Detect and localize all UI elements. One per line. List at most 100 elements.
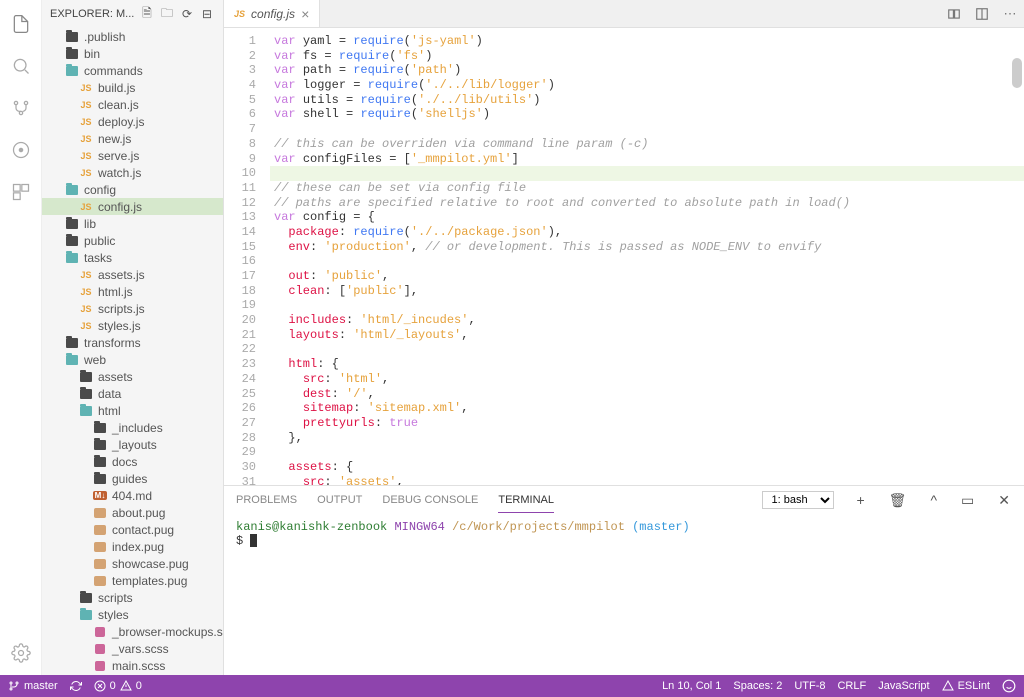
search-icon[interactable]: [9, 54, 33, 78]
status-language[interactable]: JavaScript: [878, 680, 929, 692]
status-position[interactable]: Ln 10, Col 1: [662, 680, 721, 692]
terminal-path: /c/Work/projects/mmpilot: [452, 520, 625, 534]
status-sync[interactable]: [70, 680, 82, 692]
tree-item[interactable]: templates.pug: [42, 572, 223, 589]
tree-item[interactable]: html: [42, 402, 223, 419]
tree-item-label: html: [98, 404, 121, 418]
status-branch[interactable]: master: [8, 680, 58, 692]
terminal-select[interactable]: 1: bash: [762, 491, 834, 509]
tree-item[interactable]: JSconfig.js: [42, 198, 223, 215]
tree-item[interactable]: docs: [42, 453, 223, 470]
tree-item-label: web: [84, 353, 106, 367]
tree-item[interactable]: index.pug: [42, 538, 223, 555]
sidebar: EXPLORER: M... 🗎 🗀 ⟳ ⊟ .publishbincomman…: [42, 0, 224, 675]
settings-gear-icon[interactable]: [9, 641, 33, 665]
tree-item-label: _vars.scss: [112, 642, 169, 656]
extensions-icon[interactable]: [9, 180, 33, 204]
tree-item-label: about.pug: [112, 506, 165, 520]
tree-item-label: scripts: [98, 591, 133, 605]
panel-split-icon[interactable]: ▭: [959, 492, 976, 509]
tree-item[interactable]: JSdeploy.js: [42, 113, 223, 130]
kill-terminal-icon[interactable]: 🗑: [887, 492, 909, 509]
status-eol[interactable]: CRLF: [837, 680, 866, 692]
more-actions-icon[interactable]: ⋯: [996, 0, 1024, 27]
file-tree[interactable]: .publishbincommandsJSbuild.jsJSclean.jsJ…: [42, 28, 223, 675]
tree-item[interactable]: showcase.pug: [42, 555, 223, 572]
terminal-host: MINGW64: [394, 520, 444, 534]
tree-item-label: transforms: [84, 336, 141, 350]
tree-item[interactable]: config: [42, 181, 223, 198]
tree-item[interactable]: _includes: [42, 419, 223, 436]
terminal-body[interactable]: kanis@kanishk-zenbook MINGW64 /c/Work/pr…: [224, 514, 1024, 675]
tree-item-label: .publish: [84, 30, 125, 44]
tree-item[interactable]: JSstyles.js: [42, 317, 223, 334]
compare-icon[interactable]: [940, 0, 968, 27]
tree-item[interactable]: JSclean.js: [42, 96, 223, 113]
tab-output[interactable]: OUTPUT: [317, 488, 362, 512]
source-control-icon[interactable]: [9, 96, 33, 120]
tree-item[interactable]: lib: [42, 215, 223, 232]
close-panel-icon[interactable]: ✕: [996, 492, 1012, 509]
split-editor-icon[interactable]: [968, 0, 996, 27]
tab-problems[interactable]: PROBLEMS: [236, 488, 297, 512]
new-terminal-icon[interactable]: +: [854, 492, 866, 508]
terminal-user: kanis@kanishk-zenbook: [236, 520, 387, 534]
tree-item[interactable]: commands: [42, 62, 223, 79]
status-problems[interactable]: 0 0: [94, 680, 142, 692]
tree-item-label: assets: [98, 370, 133, 384]
tree-item[interactable]: contact.pug: [42, 521, 223, 538]
tree-item[interactable]: JShtml.js: [42, 283, 223, 300]
tree-item[interactable]: JSassets.js: [42, 266, 223, 283]
debug-icon[interactable]: [9, 138, 33, 162]
tree-item-label: tasks: [84, 251, 112, 265]
explorer-icon[interactable]: [9, 12, 33, 36]
tree-item[interactable]: guides: [42, 470, 223, 487]
editor-body[interactable]: 1234567891011121314151617181920212223242…: [224, 28, 1024, 485]
tree-item-label: styles.js: [98, 319, 141, 333]
collapse-all-icon[interactable]: ⊟: [199, 6, 215, 22]
tree-item[interactable]: _layouts: [42, 436, 223, 453]
tree-item[interactable]: web: [42, 351, 223, 368]
editor-area: JS config.js × ⋯ 12345678910111213141516…: [224, 0, 1024, 675]
tree-item[interactable]: JSnew.js: [42, 130, 223, 147]
tree-item-label: main.scss: [112, 659, 165, 673]
tree-item[interactable]: assets: [42, 368, 223, 385]
terminal-cursor: [250, 534, 257, 547]
tree-item[interactable]: _vars.scss: [42, 640, 223, 657]
tree-item[interactable]: M↓404.md: [42, 487, 223, 504]
tree-item[interactable]: tasks: [42, 249, 223, 266]
activity-bar: [0, 0, 42, 675]
new-folder-icon[interactable]: 🗀: [159, 6, 175, 22]
tree-item[interactable]: JSbuild.js: [42, 79, 223, 96]
tree-item-label: watch.js: [98, 166, 141, 180]
tree-item[interactable]: JSscripts.js: [42, 300, 223, 317]
tree-item[interactable]: styles: [42, 606, 223, 623]
tab-terminal[interactable]: TERMINAL: [498, 488, 554, 513]
tree-item[interactable]: public: [42, 232, 223, 249]
tree-item[interactable]: bin: [42, 45, 223, 62]
tree-item[interactable]: _browser-mockups.scss: [42, 623, 223, 640]
tree-item[interactable]: scripts: [42, 589, 223, 606]
status-spaces[interactable]: Spaces: 2: [733, 680, 782, 692]
tree-item[interactable]: JSserve.js: [42, 147, 223, 164]
status-feedback-icon[interactable]: [1002, 679, 1016, 693]
tree-item[interactable]: transforms: [42, 334, 223, 351]
tab-debug-console[interactable]: DEBUG CONSOLE: [382, 488, 478, 512]
tree-item[interactable]: JSwatch.js: [42, 164, 223, 181]
status-eslint[interactable]: ESLint: [942, 680, 990, 692]
new-file-icon[interactable]: 🗎: [139, 6, 155, 22]
code-content[interactable]: var yaml = require('js-yaml')var fs = re…: [270, 28, 1024, 485]
tree-item[interactable]: main.scss: [42, 657, 223, 674]
status-encoding[interactable]: UTF-8: [794, 680, 825, 692]
editor-scrollbar[interactable]: [1012, 58, 1022, 88]
maximize-panel-icon[interactable]: ^: [928, 492, 939, 508]
tree-item[interactable]: about.pug: [42, 504, 223, 521]
tree-item[interactable]: data: [42, 385, 223, 402]
tree-item-label: commands: [84, 64, 143, 78]
tree-item-label: 404.md: [112, 489, 152, 503]
tree-item[interactable]: .publish: [42, 28, 223, 45]
refresh-icon[interactable]: ⟳: [179, 6, 195, 22]
tab-config-js[interactable]: JS config.js ×: [224, 0, 320, 27]
tab-close-icon[interactable]: ×: [301, 6, 309, 22]
tree-item-label: new.js: [98, 132, 131, 146]
